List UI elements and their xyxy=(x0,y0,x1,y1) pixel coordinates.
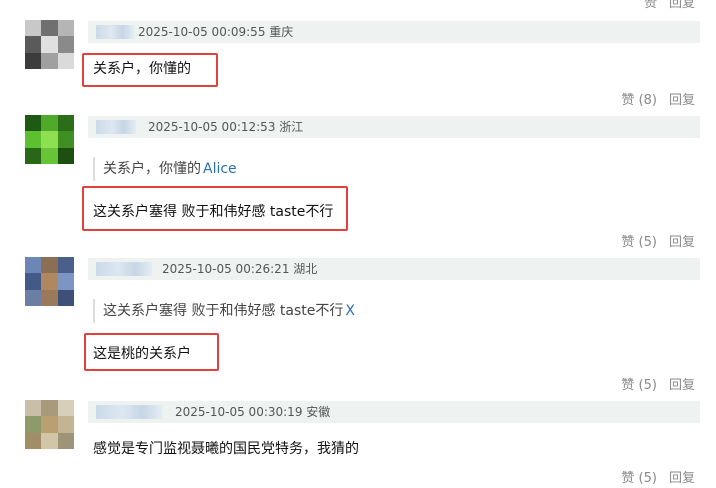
username-blurred[interactable] xyxy=(96,262,152,276)
quote-author-link[interactable]: Alice xyxy=(203,161,237,177)
avatar[interactable] xyxy=(25,115,74,164)
comment-time-location: 2025-10-05 00:30:19 安徽 xyxy=(175,405,331,419)
username-blurred[interactable] xyxy=(96,120,136,134)
comment-text: 这关系户塞得 败于和伟好感 taste不行 xyxy=(93,204,334,220)
like-button[interactable]: 赞 (8) xyxy=(621,93,657,108)
username-blurred[interactable] xyxy=(96,405,162,419)
comment-actions: 赞 (8) 回复 xyxy=(621,89,695,108)
quoted-reply: 这关系户塞得 败于和伟好感 taste不行 X xyxy=(93,299,355,323)
reply-button[interactable]: 回复 xyxy=(669,93,695,108)
like-button[interactable]: 赞 xyxy=(644,0,657,11)
comment-text: 关系户，你懂的 xyxy=(93,61,191,77)
comment-meta: 2025-10-05 00:12:53 浙江 xyxy=(88,116,700,138)
reply-button[interactable]: 回复 xyxy=(669,235,695,250)
reply-button[interactable]: 回复 xyxy=(669,378,695,393)
quote-text: 关系户，你懂的 xyxy=(103,161,201,177)
quote-author-link[interactable]: X xyxy=(345,303,355,319)
comment-text: 感觉是专门监视聂曦的国民党特务，我猜的 xyxy=(93,441,359,457)
comment-meta: 2025-10-05 00:30:19 安徽 xyxy=(88,401,700,423)
top-actions: 赞 回复 xyxy=(644,0,695,11)
quoted-reply: 关系户，你懂的 Alice xyxy=(93,157,237,181)
comment-actions: 赞 (5) 回复 xyxy=(621,231,695,250)
comment-text: 这是桃的关系户 xyxy=(93,346,191,362)
comment-meta: 2025-10-05 00:26:21 湖北 xyxy=(88,258,700,280)
avatar[interactable] xyxy=(25,20,74,69)
reply-button[interactable]: 回复 xyxy=(669,471,695,486)
reply-button[interactable]: 回复 xyxy=(669,0,695,11)
comment-time-location: 2025-10-05 00:09:55 重庆 xyxy=(138,25,294,39)
like-button[interactable]: 赞 (5) xyxy=(621,378,657,393)
comment-meta: 2025-10-05 00:09:55 重庆 xyxy=(88,21,700,43)
username-blurred[interactable] xyxy=(96,25,134,39)
comment-time-location: 2025-10-05 00:12:53 浙江 xyxy=(148,120,304,134)
quote-text: 这关系户塞得 败于和伟好感 taste不行 xyxy=(103,303,344,319)
comment-actions: 赞 (5) 回复 xyxy=(621,374,695,393)
avatar[interactable] xyxy=(25,257,74,306)
comment-time-location: 2025-10-05 00:26:21 湖北 xyxy=(162,262,318,276)
like-button[interactable]: 赞 (5) xyxy=(621,471,657,486)
comment-actions: 赞 (5) 回复 xyxy=(621,467,695,486)
avatar[interactable] xyxy=(25,400,74,449)
like-button[interactable]: 赞 (5) xyxy=(621,235,657,250)
